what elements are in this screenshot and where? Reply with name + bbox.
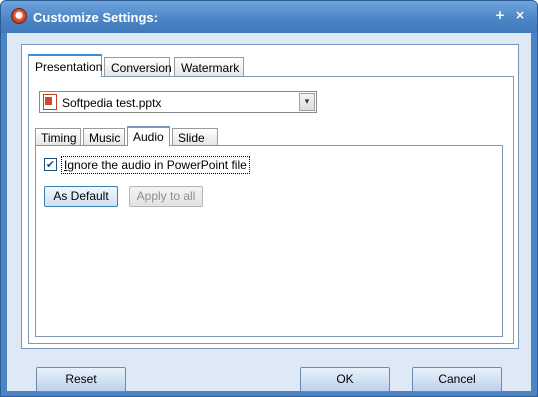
tab-audio[interactable]: Audio <box>127 126 170 146</box>
ok-label: OK <box>336 372 354 386</box>
tab-music[interactable]: Music <box>83 128 125 146</box>
close-icon[interactable]: × <box>512 7 528 23</box>
presentation-file-select[interactable]: Softpedia test.pptx ▾ <box>39 91 317 113</box>
tab-watermark[interactable]: Watermark <box>174 57 244 77</box>
settings-panel: Presentation Conversion Watermark Softpe… <box>21 44 519 349</box>
tab-timing[interactable]: Timing <box>35 128 81 146</box>
app-icon <box>11 8 27 24</box>
reset-label: Reset <box>65 372 97 386</box>
minimize-icon[interactable]: + <box>492 7 508 23</box>
dialog-body: Presentation Conversion Watermark Softpe… <box>7 33 531 392</box>
as-default-label: As Default <box>53 189 109 203</box>
ignore-audio-label[interactable]: Ignore the audio in PowerPoint file <box>61 156 250 174</box>
customize-settings-window: Customize Settings: + × Presentation Con… <box>0 0 538 397</box>
presentation-tab-page: Softpedia test.pptx ▾ Timing Music Audio… <box>28 76 514 344</box>
audio-tab-page: ✔ Ignore the audio in PowerPoint file As… <box>35 145 503 337</box>
powerpoint-file-icon <box>43 94 57 110</box>
title-bar[interactable]: Customize Settings: + × <box>1 1 537 33</box>
tab-presentation[interactable]: Presentation <box>28 54 102 77</box>
as-default-button[interactable]: As Default <box>44 186 118 207</box>
apply-to-all-button[interactable]: Apply to all <box>129 186 203 207</box>
ok-button[interactable]: OK <box>300 367 390 392</box>
tab-conversion[interactable]: Conversion <box>104 57 172 77</box>
apply-to-all-label: Apply to all <box>136 189 196 203</box>
tab-slide[interactable]: Slide <box>172 128 218 146</box>
ignore-audio-checkbox[interactable]: ✔ <box>44 158 57 171</box>
chevron-down-icon[interactable]: ▾ <box>299 93 315 111</box>
cancel-button[interactable]: Cancel <box>412 367 502 392</box>
selected-file-name: Softpedia test.pptx <box>62 96 162 110</box>
ignore-audio-label-text: gnore the audio in PowerPoint file <box>67 158 247 172</box>
cancel-label: Cancel <box>438 372 476 386</box>
window-title: Customize Settings: <box>33 10 158 25</box>
reset-button[interactable]: Reset <box>36 367 126 392</box>
